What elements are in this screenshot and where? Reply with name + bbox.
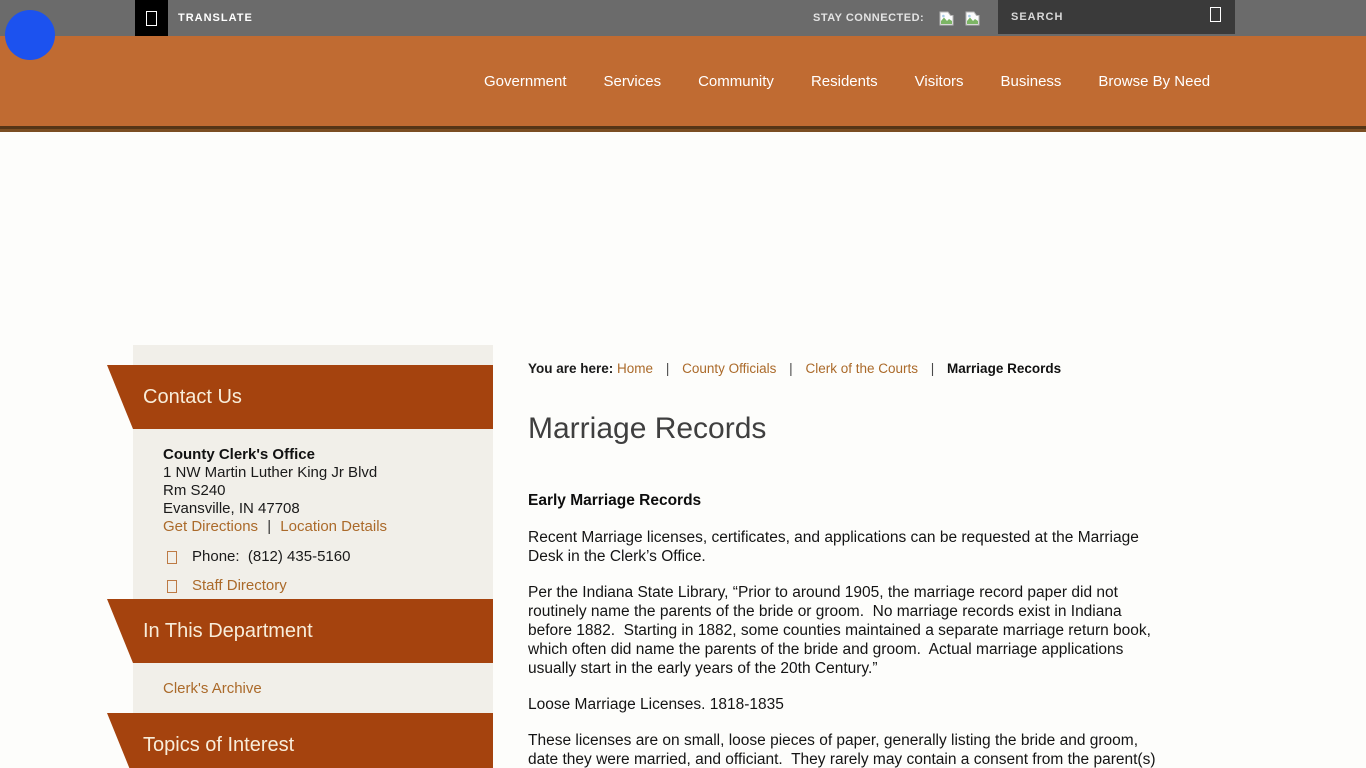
phone-number: Phone: (812) 435-5160 <box>192 548 350 566</box>
nav-item-business[interactable]: Business <box>1001 73 1062 90</box>
paragraph: These licenses are on small, loose piece… <box>528 731 1156 768</box>
contact-us-header: Contact Us <box>107 365 493 429</box>
nav-item-browse-by-need[interactable]: Browse By Need <box>1098 73 1210 90</box>
contact-links-row: Get Directions | Location Details <box>163 518 473 536</box>
search-placeholder: SEARCH <box>998 11 1210 23</box>
clerks-archive-link[interactable]: Clerk's Archive <box>163 680 262 697</box>
breadcrumb-link-home[interactable]: Home <box>617 361 653 376</box>
phone-icon <box>167 551 177 564</box>
office-name: County Clerk's Office <box>163 446 473 464</box>
address-line: Evansville, IN 47708 <box>163 500 473 518</box>
breadcrumb: You are here: Home | County Officials | … <box>528 361 1228 376</box>
nav-item-visitors[interactable]: Visitors <box>915 73 964 90</box>
search-icon[interactable] <box>1210 7 1221 27</box>
breadcrumb-link-county-officials[interactable]: County Officials <box>682 361 776 376</box>
stay-connected-label: STAY CONNECTED: <box>813 12 924 24</box>
topics-of-interest-title: Topics of Interest <box>143 734 294 757</box>
top-utility-bar: TRANSLATE STAY CONNECTED: SEARCH <box>0 0 1366 36</box>
get-directions-link[interactable]: Get Directions <box>163 518 258 535</box>
broken-image-icon[interactable] <box>965 11 980 26</box>
nav-item-government[interactable]: Government <box>484 73 567 90</box>
paragraph: Recent Marriage licenses, certificates, … <box>528 528 1156 566</box>
translate-button[interactable] <box>135 0 168 36</box>
location-details-link[interactable]: Location Details <box>280 518 387 535</box>
staff-directory-icon <box>167 580 177 593</box>
staff-directory-row: Staff Directory <box>163 577 473 595</box>
paragraph: Loose Marriage Licenses. 1818-1835 <box>528 695 1156 714</box>
contact-info-block: County Clerk's Office 1 NW Martin Luther… <box>163 446 473 595</box>
site-logo[interactable] <box>5 10 55 60</box>
translate-icon <box>146 11 157 26</box>
nav-item-services[interactable]: Services <box>604 73 662 90</box>
main-content: Early Marriage Records Recent Marriage l… <box>528 491 1156 768</box>
stay-connected-group: STAY CONNECTED: <box>813 0 980 36</box>
links-separator: | <box>267 518 271 535</box>
nav-item-residents[interactable]: Residents <box>811 73 878 90</box>
translate-label[interactable]: TRANSLATE <box>178 0 253 36</box>
section-heading: Early Marriage Records <box>528 491 1156 510</box>
search-input[interactable]: SEARCH <box>998 0 1235 34</box>
in-this-department-header: In This Department <box>107 599 493 663</box>
phone-row: Phone: (812) 435-5160 <box>163 548 473 566</box>
breadcrumb-link-clerk-of-the-courts[interactable]: Clerk of the Courts <box>805 361 918 376</box>
band-divider-light <box>0 129 1366 132</box>
contact-us-title: Contact Us <box>143 386 242 409</box>
topics-of-interest-header: Topics of Interest <box>107 713 493 768</box>
breadcrumb-separator: | <box>931 361 935 376</box>
main-navigation: Government Services Community Residents … <box>484 36 1210 126</box>
breadcrumb-separator: | <box>666 361 670 376</box>
staff-directory-link[interactable]: Staff Directory <box>192 577 287 595</box>
address-line: 1 NW Martin Luther King Jr Blvd <box>163 464 473 482</box>
nav-item-community[interactable]: Community <box>698 73 774 90</box>
breadcrumb-current: Marriage Records <box>947 361 1061 376</box>
department-links: Clerk's Archive <box>163 680 262 697</box>
broken-image-icon[interactable] <box>939 11 954 26</box>
breadcrumb-prefix: You are here: <box>528 361 613 376</box>
page-title: Marriage Records <box>528 412 766 446</box>
breadcrumb-separator: | <box>789 361 793 376</box>
address-line: Rm S240 <box>163 482 473 500</box>
in-this-department-title: In This Department <box>143 620 313 643</box>
paragraph: Per the Indiana State Library, “Prior to… <box>528 583 1156 678</box>
